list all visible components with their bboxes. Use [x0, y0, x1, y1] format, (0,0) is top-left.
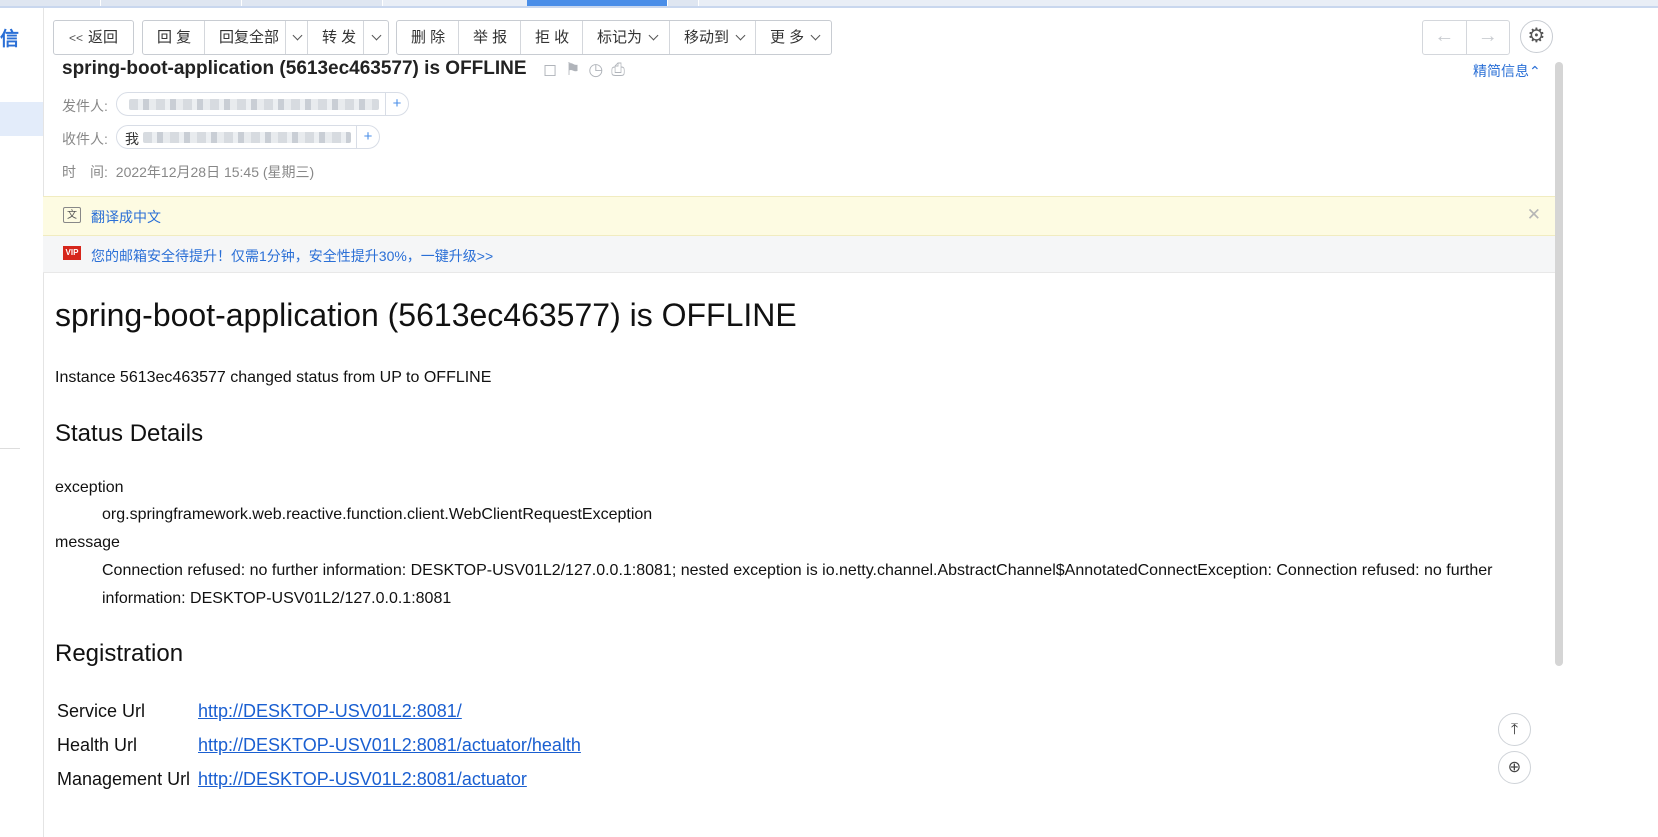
reply-group: 回 复 回复全部 转 发 — [142, 20, 389, 55]
back-label: 返回 — [88, 29, 119, 46]
exception-value: org.springframework.web.reactive.functio… — [102, 506, 653, 523]
from-label: 发件人: — [62, 98, 108, 114]
message-value: Connection refused: no further informati… — [102, 562, 1493, 607]
back-button[interactable]: << 返回 — [54, 21, 133, 54]
arrow-right-icon: → — [1477, 25, 1498, 47]
bookmark-icon[interactable]: ◻ — [543, 60, 557, 80]
registration-label: Service Url — [57, 701, 146, 721]
gear-icon: ⚙ — [1527, 25, 1546, 47]
back-group: << 返回 — [53, 20, 134, 55]
arrow-left-icon: ← — [1434, 25, 1455, 47]
recipient-chip[interactable]: 我 + — [116, 125, 380, 149]
sidebar-selected-item[interactable] — [0, 102, 43, 136]
mark-as-button[interactable]: 标记为 — [583, 21, 670, 54]
time-label: 时 间: — [62, 164, 108, 180]
report-button[interactable]: 举 报 — [459, 21, 521, 54]
brief-info-toggle[interactable]: 精简信息⌃ — [1473, 61, 1541, 81]
chevron-down-icon — [292, 30, 303, 41]
move-to-button[interactable]: 移动到 — [670, 21, 756, 54]
content-title: spring-boot-application (5613ec463577) i… — [55, 297, 797, 333]
management-url-link[interactable]: http://DESKTOP-USV01L2:8081/actuator — [198, 769, 527, 790]
security-upgrade-bar: VIP 您的邮箱安全待提升！仅需1分钟，安全性提升30%，一键升级>> — [43, 236, 1555, 273]
time-value: 2022年12月28日 15:45 (星期三) — [115, 164, 315, 180]
zoom-in-icon: ⊕ — [1507, 759, 1522, 776]
sidebar-divider — [0, 448, 20, 449]
chevron-down-icon — [810, 30, 821, 41]
translate-bar: 文 翻译成中文 ✕ — [43, 196, 1555, 236]
clock-icon[interactable]: ◷ — [588, 60, 603, 80]
registration-label: Health Url — [57, 735, 138, 755]
mark-as-label: 标记为 — [597, 29, 643, 46]
chevron-down-icon — [648, 30, 659, 41]
reply-all-button[interactable]: 回复全部 — [205, 21, 286, 54]
brief-info-label: 精简信息 — [1473, 63, 1529, 79]
left-sidebar: 信 — [0, 8, 44, 837]
more-label: 更 多 — [770, 29, 805, 46]
security-upgrade-link[interactable]: 您的邮箱安全待提升！仅需1分钟，安全性提升30%，一键升级>> — [91, 246, 493, 266]
vip-badge-icon: VIP — [63, 246, 81, 260]
action-group: 删 除 举 报 拒 收 标记为 移动到 更 多 — [396, 20, 832, 55]
delete-button[interactable]: 删 除 — [397, 21, 459, 54]
chevron-up-icon: ⌃ — [1529, 63, 1541, 79]
next-mail-button[interactable]: → — [1467, 21, 1510, 54]
forward-button[interactable]: 转 发 — [308, 21, 364, 54]
subject-actions: ◻ ⚑ ◷ ⎙ — [543, 60, 625, 80]
flag-icon[interactable]: ⚑ — [565, 60, 580, 80]
registration-heading: Registration — [55, 640, 184, 667]
sender-chip[interactable]: + — [116, 92, 409, 116]
content-intro: Instance 5613ec463577 changed status fro… — [55, 369, 492, 386]
sender-address-redacted — [129, 99, 379, 110]
settings-button[interactable]: ⚙ — [1520, 20, 1553, 53]
forward-dropdown[interactable] — [364, 21, 388, 54]
add-contact-icon[interactable]: + — [385, 93, 408, 115]
close-icon[interactable]: ✕ — [1527, 205, 1541, 225]
sidebar-title[interactable]: 信 — [0, 24, 19, 51]
registration-label: Management Url — [57, 769, 191, 789]
time-row: 时 间: 2022年12月28日 15:45 (星期三) — [62, 162, 314, 182]
more-button[interactable]: 更 多 — [756, 21, 831, 54]
exception-label: exception — [55, 479, 124, 496]
service-url-link[interactable]: http://DESKTOP-USV01L2:8081/ — [198, 701, 462, 722]
previous-mail-button[interactable]: ← — [1423, 21, 1467, 54]
recipient-first-char: 我 — [125, 131, 139, 147]
message-label: message — [55, 534, 120, 551]
print-icon[interactable]: ⎙ — [611, 60, 625, 80]
reply-all-dropdown[interactable] — [286, 21, 308, 54]
scroll-to-top-button[interactable]: ⤒ — [1498, 713, 1531, 746]
reject-button[interactable]: 拒 收 — [521, 21, 583, 54]
mail-subject: spring-boot-application (5613ec463577) i… — [62, 58, 527, 79]
chevron-down-icon — [735, 30, 746, 41]
health-url-link[interactable]: http://DESKTOP-USV01L2:8081/actuator/hea… — [198, 735, 581, 756]
move-to-label: 移动到 — [684, 29, 730, 46]
add-contact-icon[interactable]: + — [356, 126, 379, 148]
prev-next-group: ← → — [1422, 20, 1510, 55]
chevron-down-icon — [371, 30, 381, 41]
scrollbar-thumb[interactable] — [1555, 62, 1563, 666]
translate-icon: 文 — [63, 207, 81, 223]
double-chevron-left-icon: << — [68, 31, 83, 45]
status-heading: Status Details — [55, 420, 204, 447]
recipient-address-redacted — [143, 132, 351, 143]
arrow-to-top-icon: ⤒ — [1510, 721, 1519, 738]
translate-link[interactable]: 翻译成中文 — [91, 207, 161, 227]
zoom-button[interactable]: ⊕ — [1498, 751, 1531, 784]
reply-button[interactable]: 回 复 — [143, 21, 205, 54]
to-label: 收件人: — [62, 131, 108, 147]
